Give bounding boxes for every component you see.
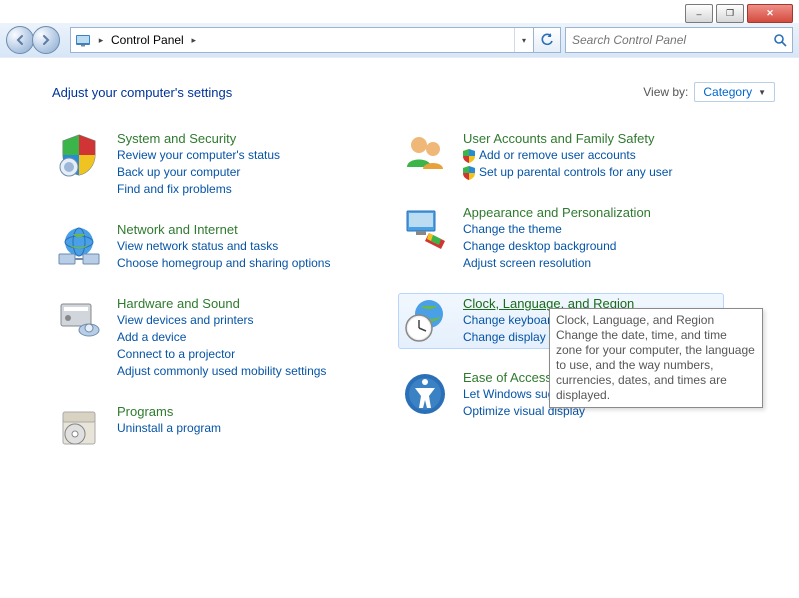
category-link[interactable]: View network status and tasks xyxy=(117,238,375,255)
category-item[interactable]: Appearance and Personalization Change th… xyxy=(398,202,724,275)
category-item[interactable]: Network and Internet View network status… xyxy=(52,219,378,275)
shield-icon xyxy=(463,149,475,163)
breadcrumb-sep-icon[interactable]: ▸ xyxy=(95,35,107,46)
category-link[interactable]: Add or remove user accounts xyxy=(463,147,721,164)
programs-icon xyxy=(55,404,103,452)
close-button[interactable]: ✕ xyxy=(747,4,793,23)
category-link[interactable]: Set up parental controls for any user xyxy=(463,164,721,181)
category-title[interactable]: System and Security xyxy=(117,131,375,146)
category-link[interactable]: Uninstall a program xyxy=(117,420,375,437)
category-item[interactable]: Hardware and Sound View devices and prin… xyxy=(52,293,378,383)
category-item[interactable]: System and Security Review your computer… xyxy=(52,128,378,201)
maximize-button[interactable]: ❐ xyxy=(716,4,744,23)
category-link[interactable]: Review your computer's status xyxy=(117,147,375,164)
viewby-select[interactable]: Category ▼ xyxy=(694,82,775,102)
category-link[interactable]: Connect to a projector xyxy=(117,346,375,363)
tooltip-title: Clock, Language, and Region xyxy=(556,313,714,327)
shield-icon xyxy=(463,166,475,180)
back-button[interactable] xyxy=(6,26,34,54)
category-link[interactable]: Back up your computer xyxy=(117,164,375,181)
category-link[interactable]: Change the theme xyxy=(463,221,721,238)
search-box[interactable] xyxy=(565,27,793,53)
category-link[interactable]: View devices and printers xyxy=(117,312,375,329)
category-link[interactable]: Adjust screen resolution xyxy=(463,255,721,272)
nav-bar: ▸ Control Panel ▸ ▾ xyxy=(0,23,799,58)
category-title[interactable]: Hardware and Sound xyxy=(117,296,375,311)
category-title[interactable]: Appearance and Personalization xyxy=(463,205,721,220)
category-title[interactable]: Programs xyxy=(117,404,375,419)
category-title[interactable]: User Accounts and Family Safety xyxy=(463,131,721,146)
category-link[interactable]: Find and fix problems xyxy=(117,181,375,198)
category-item[interactable]: Programs Uninstall a program xyxy=(52,401,378,455)
category-link[interactable]: Choose homegroup and sharing options xyxy=(117,255,375,272)
viewby-value: Category xyxy=(703,85,752,99)
tooltip-body: Change the date, time, and time zone for… xyxy=(556,328,755,402)
ease-icon xyxy=(401,370,449,418)
category-link[interactable]: Add a device xyxy=(117,329,375,346)
chevron-down-icon: ▼ xyxy=(758,88,766,97)
address-history-dropdown[interactable]: ▾ xyxy=(514,28,533,52)
window-caption-buttons: – ❐ ✕ xyxy=(679,0,799,27)
hardware-icon xyxy=(55,296,103,344)
tooltip: Clock, Language, and Region Change the d… xyxy=(549,308,763,408)
control-panel-icon xyxy=(73,30,93,50)
system-icon xyxy=(55,131,103,179)
category-title[interactable]: Network and Internet xyxy=(117,222,375,237)
refresh-button[interactable] xyxy=(534,27,561,53)
search-input[interactable] xyxy=(566,33,768,47)
nav-history xyxy=(6,26,60,54)
category-link[interactable]: Change desktop background xyxy=(463,238,721,255)
clock-icon xyxy=(401,296,449,344)
category-link[interactable]: Adjust commonly used mobility settings xyxy=(117,363,375,380)
breadcrumb-sep-icon[interactable]: ▸ xyxy=(188,35,200,46)
forward-button[interactable] xyxy=(32,26,60,54)
minimize-button[interactable]: – xyxy=(685,4,713,23)
network-icon xyxy=(55,222,103,270)
users-icon xyxy=(401,131,449,179)
appearance-icon xyxy=(401,205,449,253)
category-item[interactable]: User Accounts and Family Safety Add or r… xyxy=(398,128,724,184)
search-icon[interactable] xyxy=(768,28,792,52)
breadcrumb-root[interactable]: Control Panel xyxy=(107,33,188,47)
page-title: Adjust your computer's settings xyxy=(52,85,643,100)
viewby-label: View by: xyxy=(643,85,688,99)
address-bar[interactable]: ▸ Control Panel ▸ ▾ xyxy=(70,27,534,53)
